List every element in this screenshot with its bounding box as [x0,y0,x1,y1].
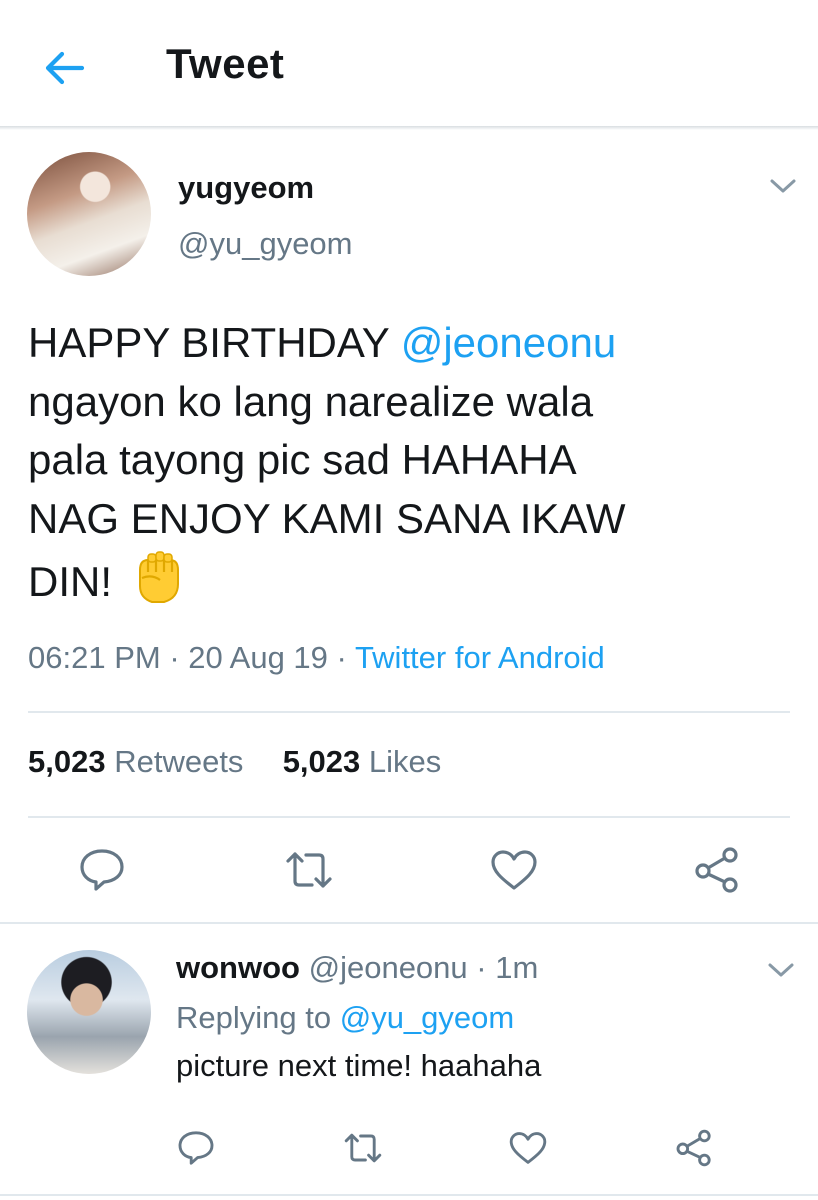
divider [0,922,818,924]
back-arrow-icon [45,51,85,85]
reply-text: picture next time! haahaha [176,1048,542,1083]
author-avatar[interactable] [27,152,151,276]
reply-button[interactable] [77,845,127,895]
retweet-icon [344,1133,382,1163]
divider [28,816,790,818]
tweet-time: 06:21 PM [28,640,161,675]
reply-time: 1m [495,950,539,985]
chevron-down-icon [770,179,796,193]
tweet-source-link[interactable]: Twitter for Android [355,640,605,675]
meta-separator: · [169,640,180,675]
divider [28,711,790,713]
tweet-text-line: ngayon ko lang narealize wala [28,377,594,425]
reply-menu-button[interactable] [766,960,796,980]
tweet-date: 20 Aug 19 [188,640,328,675]
likes-count: 5,023 [282,744,361,779]
author-name[interactable]: yugyeom [178,170,314,206]
tweet-text-segment: DIN! [28,558,124,605]
back-button[interactable] [40,44,88,92]
retweets-count: 5,023 [28,744,106,779]
tweet-stats: 5,023 Retweets 5,023 Likes [28,744,441,780]
replying-to: Replying to @yu_gyeom [176,1000,514,1036]
tweet-text-line: DIN! [28,548,788,612]
reply-author-name[interactable]: wonwoo [176,950,300,985]
retweet-icon [286,852,332,888]
header-divider [0,126,818,130]
reply-header: wonwoo @jeoneonu · 1m [176,950,538,986]
replying-to-prefix: Replying to [176,1000,332,1035]
reply-like-button[interactable] [508,1128,548,1168]
meta-separator: · [476,950,487,985]
meta-separator: · [336,640,347,675]
tweet-text-line: pala tayong pic sad HAHAHA [28,436,577,483]
likes-stat[interactable]: 5,023 Likes [283,744,442,779]
share-button[interactable] [692,845,742,895]
like-icon [491,850,537,890]
author-handle[interactable]: @yu_gyeom [178,226,353,262]
share-icon [676,1129,711,1167]
tweet-menu-button[interactable] [768,176,798,196]
reply-icon [178,1131,214,1165]
tweet-text-line: NAG ENJOY KAMI SANA IKAW [28,494,626,542]
reply-share-button[interactable] [674,1128,714,1168]
reply-author-handle[interactable]: @jeoneonu [309,950,468,985]
retweet-button[interactable] [284,845,334,895]
tweet-meta: 06:21 PM · 20 Aug 19 · Twitter for Andro… [28,640,605,676]
reply-author-avatar[interactable] [27,950,151,1074]
tweet-text-line: HAPPY BIRTHDAY @jeoneonu [28,314,788,373]
reply-icon [80,849,124,891]
chevron-down-icon [768,963,794,977]
tweet-text: HAPPY BIRTHDAY @jeoneonu ngayon ko lang … [28,314,788,612]
divider [0,1194,818,1196]
raised-fist-icon [130,548,184,606]
like-icon [509,1132,547,1164]
reply-retweet-button[interactable] [343,1128,383,1168]
tweet-text-segment: HAPPY BIRTHDAY [28,319,401,366]
reply-reply-button[interactable] [176,1128,216,1168]
mention-link[interactable]: @jeoneonu [401,319,616,366]
share-icon [695,847,738,893]
page-title: Tweet [166,40,285,87]
app-header: Tweet [0,0,818,126]
likes-label: Likes [368,744,442,779]
retweets-label: Retweets [114,744,244,779]
replying-to-link[interactable]: @yu_gyeom [340,1000,515,1035]
like-button[interactable] [489,845,539,895]
retweets-stat[interactable]: 5,023 Retweets [28,744,243,779]
